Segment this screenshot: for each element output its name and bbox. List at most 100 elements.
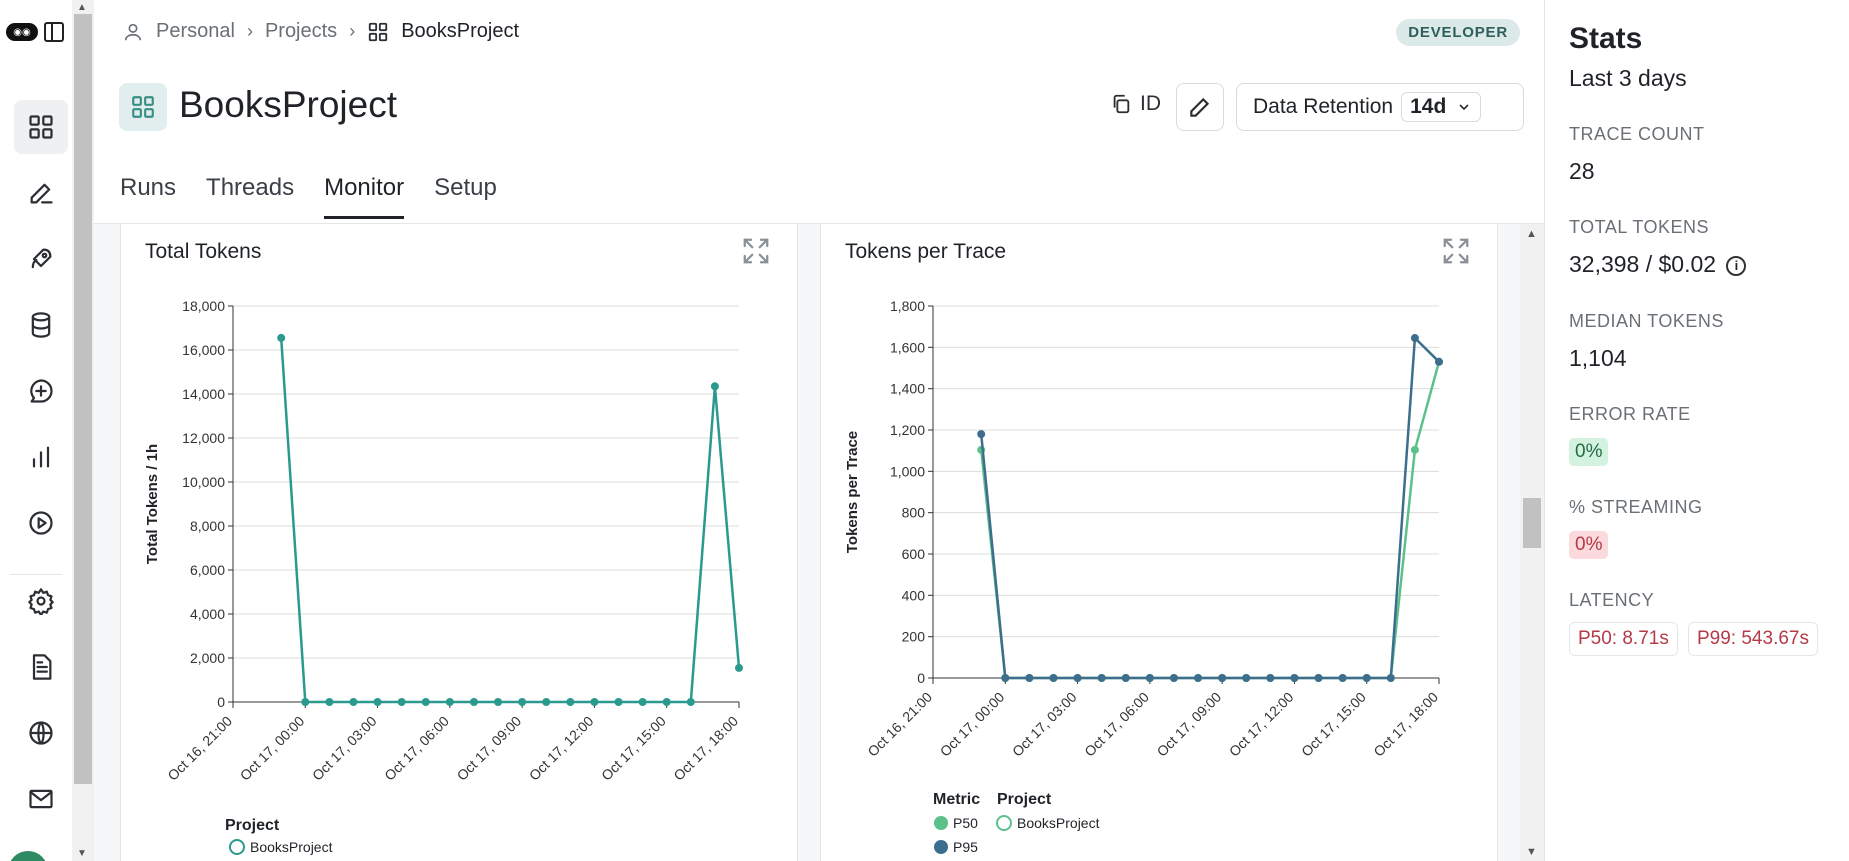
data-point bbox=[1049, 674, 1058, 682]
x-tick-label: Oct 17, 00:00 bbox=[237, 713, 308, 784]
data-retention-select[interactable]: 14d bbox=[1401, 92, 1482, 122]
median-tokens-label: MEDIAN TOKENS bbox=[1569, 311, 1724, 331]
median-tokens-value: 1,104 bbox=[1569, 345, 1627, 371]
copy-id-button[interactable]: ID bbox=[1110, 92, 1161, 116]
scroll-up-icon[interactable]: ▲ bbox=[1526, 228, 1537, 240]
app-logo[interactable]: ◉◉ bbox=[6, 22, 64, 42]
left-nav-rail: ◉◉ bbox=[0, 0, 72, 861]
tab-runs[interactable]: Runs bbox=[120, 174, 176, 219]
nav-annotate-button[interactable] bbox=[14, 166, 68, 220]
data-point bbox=[1073, 674, 1082, 682]
scroll-down-icon[interactable]: ▼ bbox=[77, 848, 87, 859]
y-tick-label: 14,000 bbox=[182, 386, 225, 402]
nav-playground-button[interactable] bbox=[14, 496, 68, 550]
chevron-down-icon bbox=[1459, 104, 1469, 111]
content-scrollbar[interactable]: ▲ ▼ bbox=[1520, 224, 1544, 861]
info-icon[interactable]: i bbox=[1726, 255, 1747, 276]
legend-item: BooksProject bbox=[250, 839, 333, 855]
y-tick-label: 16,000 bbox=[182, 342, 225, 358]
data-point bbox=[1025, 674, 1034, 682]
developer-badge: DEVELOPER bbox=[1396, 19, 1520, 46]
series-line-BooksProject bbox=[279, 337, 741, 704]
sidebar-toggle-icon[interactable] bbox=[44, 22, 64, 42]
copy-icon bbox=[1113, 94, 1130, 114]
y-tick-label: 12,000 bbox=[182, 430, 225, 446]
tokens-per-trace-card: Tokens per Trace 0 200 400 600 800 1,000 1,200… bbox=[820, 224, 1498, 861]
x-tick-label: Oct 17, 00:00 bbox=[937, 689, 1008, 760]
nav-docs-button[interactable] bbox=[14, 640, 68, 694]
data-point bbox=[977, 430, 986, 439]
x-tick-label: Oct 17, 12:00 bbox=[526, 713, 597, 784]
nav-settings-button[interactable] bbox=[14, 574, 68, 628]
tab-monitor[interactable]: Monitor bbox=[324, 174, 405, 219]
nav-mail-button[interactable] bbox=[14, 772, 68, 826]
tab-setup[interactable]: Setup bbox=[434, 174, 497, 219]
content-scrollbar-thumb[interactable] bbox=[1523, 498, 1541, 548]
chevron-right-icon: › bbox=[349, 21, 356, 41]
breadcrumb-projects[interactable]: Projects bbox=[265, 20, 337, 43]
breadcrumb-personal[interactable]: Personal bbox=[156, 20, 235, 43]
series-line-P50 bbox=[979, 361, 1441, 680]
nav-monitor-button[interactable] bbox=[14, 430, 68, 484]
user-icon bbox=[124, 23, 142, 40]
tab-threads[interactable]: Threads bbox=[206, 174, 294, 219]
breadcrumb: Personal › Projects › BooksProject bbox=[122, 20, 519, 43]
streaming-label: % STREAMING bbox=[1569, 497, 1703, 517]
legend-swatch-p50 bbox=[934, 816, 948, 830]
breadcrumb-current[interactable]: BooksProject bbox=[401, 20, 519, 43]
y-tick-label: 800 bbox=[902, 505, 926, 521]
x-tick-label: Oct 17, 18:00 bbox=[1370, 689, 1441, 760]
data-point bbox=[1410, 334, 1419, 343]
edit-project-button[interactable] bbox=[1176, 83, 1224, 131]
legend-swatch bbox=[229, 839, 245, 855]
data-point bbox=[735, 663, 743, 672]
data-point bbox=[1338, 674, 1347, 682]
x-tick-label: Oct 17, 06:00 bbox=[1081, 689, 1152, 760]
stats-range: Last 3 days bbox=[1569, 65, 1687, 91]
nav-datasets-button[interactable] bbox=[14, 298, 68, 352]
data-point bbox=[349, 698, 358, 706]
y-tick-label: 0 bbox=[217, 694, 225, 710]
data-point bbox=[1314, 674, 1323, 682]
gear-icon bbox=[28, 588, 54, 615]
y-tick-label: 4,000 bbox=[190, 606, 225, 622]
trace-count-label: TRACE COUNT bbox=[1569, 124, 1705, 144]
data-retention-label: Data Retention bbox=[1253, 95, 1394, 118]
data-point bbox=[1097, 674, 1106, 682]
data-point bbox=[469, 698, 478, 706]
data-point bbox=[325, 698, 334, 706]
x-tick-label: Oct 17, 15:00 bbox=[598, 713, 669, 784]
document-icon bbox=[32, 654, 52, 680]
data-point bbox=[1435, 357, 1443, 366]
total-tokens-value: 32,398 / $0.02 bbox=[1569, 251, 1717, 277]
scroll-up-icon[interactable]: ▲ bbox=[77, 2, 87, 13]
data-point bbox=[686, 698, 695, 706]
rail-scrollbar-thumb[interactable] bbox=[74, 14, 92, 784]
y-tick-label: 600 bbox=[902, 546, 926, 562]
nav-web-button[interactable] bbox=[14, 706, 68, 760]
rail-scrollbar[interactable]: ▲ ▼ bbox=[72, 0, 94, 861]
y-tick-label: 8,000 bbox=[190, 518, 225, 534]
latency-label: LATENCY bbox=[1569, 590, 1655, 610]
y-tick-label: 10,000 bbox=[182, 474, 225, 490]
y-axis-label: Tokens per Trace bbox=[844, 431, 861, 553]
legend-item: P50 bbox=[953, 815, 978, 831]
scroll-down-icon[interactable]: ▼ bbox=[1526, 846, 1537, 858]
y-tick-label: 6,000 bbox=[190, 562, 225, 578]
user-avatar[interactable] bbox=[8, 851, 48, 861]
total-tokens-card: Total Tokens 0 2,000 4,000 6,000 8,000 10,000… bbox=[120, 224, 798, 861]
y-tick-label: 18,000 bbox=[182, 298, 225, 314]
data-point bbox=[1001, 674, 1010, 682]
legend-metric-title: Metric bbox=[933, 791, 980, 808]
nav-chat-button[interactable] bbox=[14, 364, 68, 418]
data-point bbox=[614, 698, 623, 706]
chat-plus-icon bbox=[30, 379, 53, 403]
nav-projects-button[interactable] bbox=[14, 100, 68, 154]
stats-panel: Stats Last 3 days TRACE COUNT 28 TOTAL T… bbox=[1544, 0, 1849, 861]
nav-deploy-button[interactable] bbox=[14, 232, 68, 286]
y-tick-label: 1,200 bbox=[890, 422, 925, 438]
app-root: ◉◉ ▲ ▼ Personal › Projects › BooksProjec… bbox=[0, 0, 1849, 861]
data-point bbox=[638, 698, 647, 706]
grid-icon bbox=[132, 96, 154, 118]
pencil-icon bbox=[1190, 97, 1210, 117]
